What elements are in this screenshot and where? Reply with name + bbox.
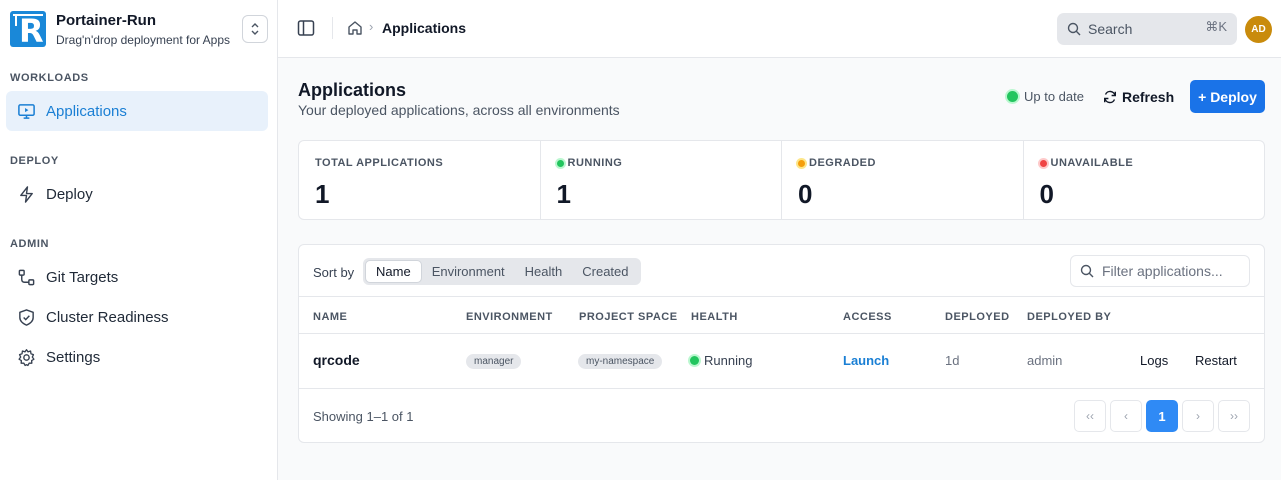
column-header-environment[interactable]: ENVIRONMENT [466,311,553,323]
status-text: Up to date [1024,89,1084,104]
table-row[interactable]: qrcode manager my-namespace Running Laun… [299,334,1264,389]
pagination-summary: Showing 1–1 of 1 [313,409,414,424]
applications-table-card: Sort by Name Environment Health Created … [298,244,1265,443]
sidebar-toggle-icon[interactable] [297,19,315,37]
column-header-project-space[interactable]: PROJECT SPACE [579,311,678,323]
stat-value: 1 [315,179,330,209]
status-dot-icon [1007,91,1018,102]
chevron-updown-icon[interactable] [242,15,268,43]
first-page-button[interactable]: ‹‹ [1074,400,1106,432]
health-text: Running [704,353,753,368]
next-page-button[interactable]: › [1182,400,1214,432]
deploy-button[interactable]: + Deploy [1190,80,1265,113]
search-input[interactable]: Search ⌘K [1057,13,1237,45]
filter-input[interactable]: Filter applications... [1070,255,1250,287]
stat-value: 0 [798,179,813,209]
sidebar-item-cluster-readiness[interactable]: Cluster Readiness [6,297,268,337]
sidebar-item-git-targets[interactable]: Git Targets [6,257,268,297]
stats-panel: TOTAL APPLICATIONS 1 RUNNING 1 DEGRADED … [298,140,1265,220]
sidebar-item-label: Settings [46,348,101,366]
pagination: ‹‹ ‹ 1 › ›› [1074,400,1250,432]
unavailable-dot-icon [1039,159,1047,167]
sidebar-item-settings[interactable]: Settings [6,337,268,377]
stat-total-applications: TOTAL APPLICATIONS 1 [299,141,541,219]
launch-link[interactable]: Launch [843,353,889,368]
stat-running: RUNNING 1 [541,141,782,219]
gear-icon [16,347,36,367]
sidebar-item-label: Deploy [46,185,93,203]
refresh-label: Refresh [1122,89,1175,105]
last-page-button[interactable]: ›› [1218,400,1250,432]
sort-option-health[interactable]: Health [515,260,573,283]
section-label-workloads: WORKLOADS [10,72,89,84]
search-shortcut: ⌘K [1205,19,1227,34]
sidebar: R Portainer-Run Drag'n'drop deployment f… [0,0,278,480]
stat-label: UNAVAILABLE [1050,157,1134,169]
sort-option-name[interactable]: Name [365,260,422,283]
lightning-icon [16,184,36,204]
environment-badge: manager [466,354,522,369]
brand-title: Portainer-Run [56,11,157,29]
column-header-deployed[interactable]: DEPLOYED [945,311,1010,323]
sort-segmented-control: Name Environment Health Created [363,258,641,285]
column-header-deployed-by[interactable]: DEPLOYED BY [1027,311,1111,323]
sidebar-item-applications[interactable]: Applications [6,91,268,131]
degraded-dot-icon [798,159,805,167]
column-header-access[interactable]: ACCESS [843,311,892,323]
page-subtitle: Your deployed applications, across all e… [298,102,620,118]
sort-option-created[interactable]: Created [572,260,638,283]
restart-button[interactable]: Restart [1195,353,1237,368]
page-title: Applications [298,80,407,100]
refresh-icon [1104,90,1116,104]
stat-label: TOTAL APPLICATIONS [315,157,444,169]
filter-placeholder: Filter applications... [1102,263,1223,279]
prev-page-button[interactable]: ‹ [1110,400,1142,432]
monitor-play-icon [16,101,36,121]
sidebar-item-deploy[interactable]: Deploy [6,174,268,214]
sidebar-item-label: Applications [46,102,127,120]
shield-check-icon [16,307,36,327]
health-status: Running [690,353,752,368]
status-indicator: Up to date [1007,89,1084,104]
column-header-health[interactable]: HEALTH [691,311,738,323]
sort-option-environment[interactable]: Environment [422,260,515,283]
stat-unavailable: UNAVAILABLE 0 [1024,141,1265,219]
app-name[interactable]: qrcode [313,352,360,368]
avatar[interactable]: AD [1245,16,1272,43]
namespace-badge: my-namespace [578,354,663,369]
deployed-age: 1d [945,353,960,368]
brand-header: R Portainer-Run Drag'n'drop deployment f… [0,0,277,58]
stat-degraded: DEGRADED 0 [782,141,1024,219]
sidebar-item-label: Cluster Readiness [46,308,169,326]
section-label-admin: ADMIN [10,238,50,250]
topbar: › Applications Search ⌘K AD [278,0,1281,58]
stat-label: RUNNING [567,157,623,169]
breadcrumb-current: Applications [382,20,467,36]
git-branch-icon [16,267,36,287]
table-header: NAME ENVIRONMENT PROJECT SPACE HEALTH AC… [299,297,1264,334]
search-icon [1080,264,1094,278]
search-placeholder: Search [1088,21,1133,37]
brand-subtitle: Drag'n'drop deployment for Apps [56,32,231,47]
search-icon [1067,22,1081,36]
sort-bar: Sort by Name Environment Health Created … [299,245,1264,297]
running-dot-icon [556,159,564,167]
deployed-by: admin [1027,353,1063,368]
sort-label: Sort by [313,265,355,280]
health-dot-icon [690,356,699,365]
sidebar-item-label: Git Targets [46,268,119,286]
stat-value: 0 [1039,179,1054,209]
home-icon[interactable] [346,19,364,37]
column-header-name[interactable]: NAME [313,311,347,323]
stat-value: 1 [556,179,571,209]
refresh-button[interactable]: Refresh [1103,86,1174,108]
table-footer: Showing 1–1 of 1 ‹‹ ‹ 1 › ›› [299,389,1264,441]
logs-button[interactable]: Logs [1140,353,1168,368]
divider [332,17,333,39]
portainer-logo: R [10,11,46,47]
stat-label: DEGRADED [809,157,876,169]
section-label-deploy: DEPLOY [10,155,59,167]
breadcrumb-separator: › [369,19,374,34]
page-button-current[interactable]: 1 [1146,400,1178,432]
